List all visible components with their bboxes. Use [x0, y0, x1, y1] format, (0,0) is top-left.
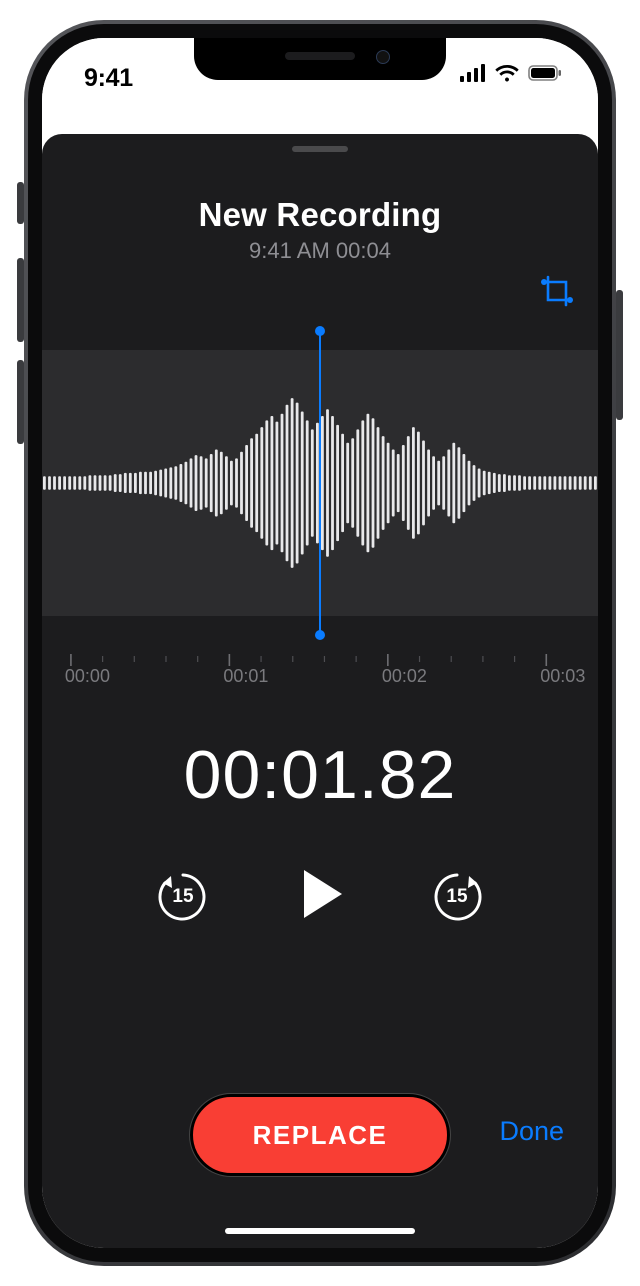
- timeline-label: 00:01: [223, 666, 268, 687]
- sheet-grabber[interactable]: [292, 146, 348, 152]
- skip-forward-button[interactable]: 15: [428, 868, 486, 926]
- editor-sheet: New Recording 9:41 AM 00:04: [42, 134, 598, 1248]
- replace-button[interactable]: REPLACE: [190, 1094, 450, 1176]
- timeline-label: 00:00: [65, 666, 110, 687]
- timeline[interactable]: 00:00 00:01 00:02 00:03: [42, 654, 598, 692]
- waveform-area[interactable]: [42, 318, 598, 648]
- status-time: 9:41: [84, 64, 133, 93]
- trim-icon: [540, 274, 574, 308]
- home-indicator[interactable]: [225, 1228, 415, 1234]
- play-icon: [290, 864, 350, 924]
- current-time: 00:01.82: [42, 736, 598, 814]
- recording-title[interactable]: New Recording: [42, 196, 598, 234]
- timeline-label: 00:02: [382, 666, 427, 687]
- wifi-icon: [494, 64, 520, 87]
- skip-back-button[interactable]: 15: [154, 868, 212, 926]
- timeline-label: 00:03: [540, 666, 585, 687]
- cellular-icon: [460, 64, 486, 87]
- trim-button[interactable]: [540, 274, 574, 313]
- transport-controls: 15 15: [42, 864, 598, 929]
- done-button[interactable]: Done: [499, 1116, 564, 1147]
- play-button[interactable]: [290, 864, 350, 929]
- recording-subtitle: 9:41 AM 00:04: [42, 238, 598, 264]
- battery-icon: [528, 64, 562, 87]
- screen: 9:41 New Recor: [42, 38, 598, 1248]
- notch: [194, 38, 446, 80]
